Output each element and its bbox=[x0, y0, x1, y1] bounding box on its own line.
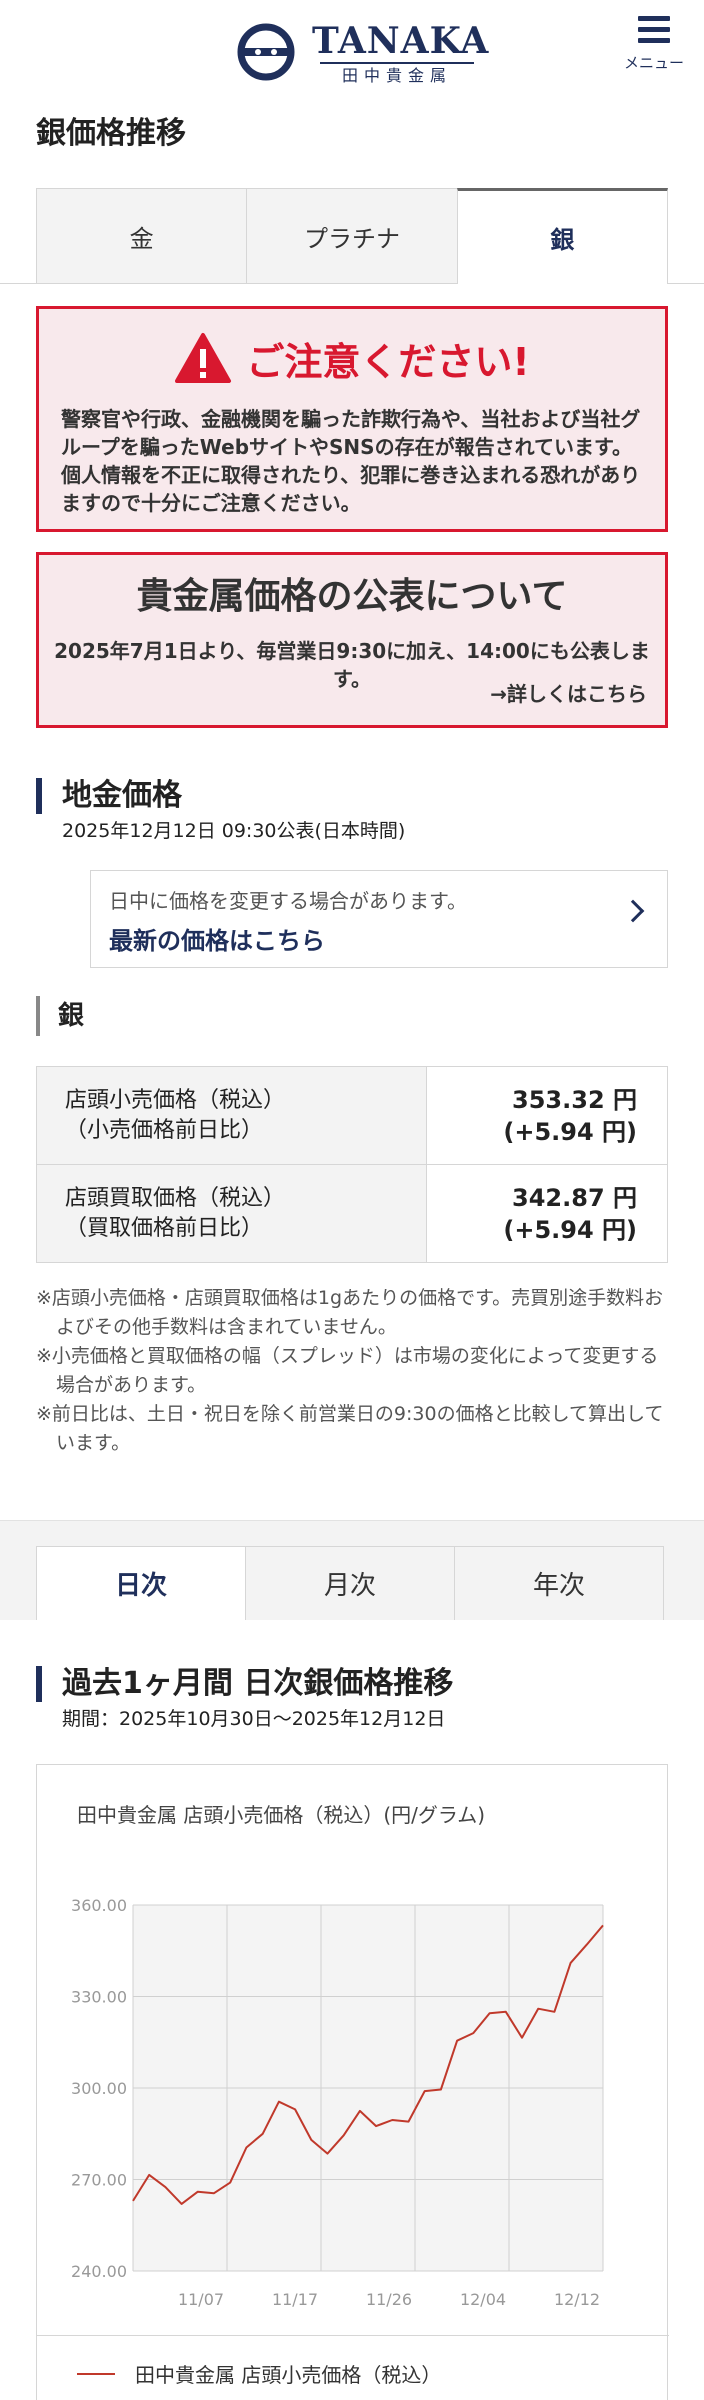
x-tick-label: 12/04 bbox=[460, 2290, 506, 2309]
chart-period: 期間：2025年10月30日～2025年12月12日 bbox=[62, 1708, 446, 1730]
silver-label: 銀 bbox=[58, 1001, 85, 1031]
tab-silver[interactable]: 銀 bbox=[456, 188, 668, 284]
menu-label: メニュー bbox=[623, 54, 684, 72]
chart-card: 360.00 330.00 300.00 270.00 240.00 11/07 11/17… bbox=[36, 1764, 669, 2400]
logo-en-text: TANAKA bbox=[312, 20, 490, 62]
table-row: 店頭買取価格（税込） （買取価格前日比） 342.87 円 (+5.94 円) bbox=[36, 1164, 668, 1263]
x-tick-label: 12/12 bbox=[554, 2290, 600, 2309]
table-row: 店頭小売価格（税込） （小売価格前日比） 353.32 円 (+5.94 円) bbox=[36, 1066, 668, 1165]
fraud-warning-box: ご注意ください! 警察官や行政、金融機関を騙った詐欺行為や、当社および当社グルー… bbox=[36, 306, 668, 532]
chevron-right-icon bbox=[621, 899, 645, 923]
chart-title: 田中貴金属 店頭小売価格（税込）(円/グラム) bbox=[77, 1803, 486, 1827]
x-tick-label: 11/07 bbox=[178, 2290, 224, 2309]
y-tick-label: 240.00 bbox=[71, 2262, 127, 2281]
tanaka-logo[interactable]: TANAKA 田中貴金属 bbox=[236, 20, 490, 86]
retail-label-line2: （小売価格前日比） bbox=[65, 1117, 264, 1143]
page-title: 銀価格推移 bbox=[36, 116, 186, 151]
logo-jp-text: 田中貴金属 bbox=[320, 62, 474, 86]
buyback-price-label: 店頭買取価格（税込） （買取価格前日比） bbox=[36, 1164, 427, 1263]
retail-change: (+5.94 円) bbox=[503, 1117, 637, 1146]
price-change-note: 日中に価格を変更する場合があります。 bbox=[109, 889, 467, 913]
retail-label-line1: 店頭小売価格（税込） bbox=[65, 1087, 286, 1113]
buyback-label-line2: （買取価格前日比） bbox=[65, 1215, 264, 1241]
section-bar bbox=[36, 1666, 42, 1702]
latest-price-link[interactable]: 最新の価格はこちら bbox=[109, 921, 325, 956]
note-item: ※店頭小売価格・店頭買取価格は1gあたりの価格です。売買別途手数料およびその他手… bbox=[36, 1287, 664, 1338]
price-notes: ※店頭小売価格・店頭買取価格は1gあたりの価格です。売買別途手数料およびその他手… bbox=[36, 1284, 668, 1458]
tab-daily[interactable]: 日次 bbox=[36, 1546, 245, 1620]
buyback-price: 342.87 円 bbox=[512, 1183, 637, 1212]
y-tick-label: 300.00 bbox=[71, 2079, 127, 2098]
hamburger-icon bbox=[638, 16, 670, 44]
x-tick-label: 11/17 bbox=[272, 2290, 318, 2309]
legend-swatch bbox=[77, 2372, 115, 2375]
y-tick-label: 360.00 bbox=[71, 1896, 127, 1915]
note-item: ※前日比は、土日・祝日を除く前営業日の9:30の価格と比較して算出しています。 bbox=[36, 1403, 664, 1454]
warning-heading: ご注意ください! bbox=[246, 339, 530, 384]
chart-section-title: 過去1ヶ月間 日次銀価格推移 bbox=[62, 1666, 454, 1701]
retail-price-value: 353.32 円 (+5.94 円) bbox=[426, 1066, 668, 1165]
silver-bar bbox=[36, 996, 40, 1036]
tab-gold[interactable]: 金 bbox=[36, 188, 247, 284]
chart-legend: 田中貴金属 店頭小売価格（税込） bbox=[77, 2359, 441, 2388]
announcement-details-link[interactable]: →詳しくはこちら bbox=[490, 678, 647, 707]
tanaka-logo-mark-icon bbox=[237, 23, 295, 81]
tab-platinum[interactable]: プラチナ bbox=[246, 188, 457, 284]
legend-divider bbox=[37, 2335, 669, 2336]
retail-price-label: 店頭小売価格（税込） （小売価格前日比） bbox=[36, 1066, 427, 1165]
metal-tabs: 金 プラチナ 銀 bbox=[36, 188, 668, 284]
buyback-change: (+5.94 円) bbox=[503, 1215, 637, 1244]
tab-monthly[interactable]: 月次 bbox=[245, 1546, 454, 1620]
y-tick-label: 330.00 bbox=[71, 1988, 127, 2007]
x-tick-label: 11/26 bbox=[366, 2290, 412, 2309]
bullion-section-heading: 地金価格 2025年12月12日 09:30公表(日本時間) bbox=[36, 774, 668, 854]
tab-yearly[interactable]: 年次 bbox=[454, 1546, 664, 1620]
buyback-label-line1: 店頭買取価格（税込） bbox=[65, 1185, 286, 1211]
latest-price-link-box[interactable]: 日中に価格を変更する場合があります。 最新の価格はこちら bbox=[90, 870, 668, 968]
retail-price: 353.32 円 bbox=[512, 1085, 637, 1114]
note-item: ※小売価格と買取価格の幅（スプレッド）は市場の変化によって変更する場合があります… bbox=[36, 1345, 659, 1396]
announcement-title: 貴金属価格の公表について bbox=[136, 576, 568, 617]
bullion-title: 地金価格 bbox=[62, 778, 182, 813]
announcement-box: 貴金属価格の公表について 2025年7月1日より、毎営業日9:30に加え、14:… bbox=[36, 552, 668, 728]
legend-label: 田中貴金属 店頭小売価格（税込） bbox=[135, 2363, 442, 2387]
price-table: 店頭小売価格（税込） （小売価格前日比） 353.32 円 (+5.94 円) … bbox=[36, 1066, 668, 1263]
chart-section-heading: 過去1ヶ月間 日次銀価格推移 期間：2025年10月30日～2025年12月12… bbox=[36, 1662, 668, 1742]
price-line-chart: 360.00 330.00 300.00 270.00 240.00 11/07 11/17… bbox=[71, 1896, 604, 2309]
period-tabs: 日次 月次 年次 bbox=[36, 1546, 664, 1620]
menu-button[interactable]: メニュー bbox=[618, 16, 690, 76]
published-time: 2025年12月12日 09:30公表(日本時間) bbox=[62, 820, 406, 842]
warning-icon bbox=[175, 333, 232, 383]
buyback-price-value: 342.87 円 (+5.94 円) bbox=[426, 1164, 668, 1263]
y-tick-label: 270.00 bbox=[71, 2171, 127, 2190]
site-header: TANAKA 田中貴金属 メニュー bbox=[0, 0, 704, 100]
section-bar bbox=[36, 778, 42, 814]
warning-body: 警察官や行政、金融機関を騙った詐欺行為や、当社および当社グループを騙ったWebサ… bbox=[61, 407, 641, 515]
